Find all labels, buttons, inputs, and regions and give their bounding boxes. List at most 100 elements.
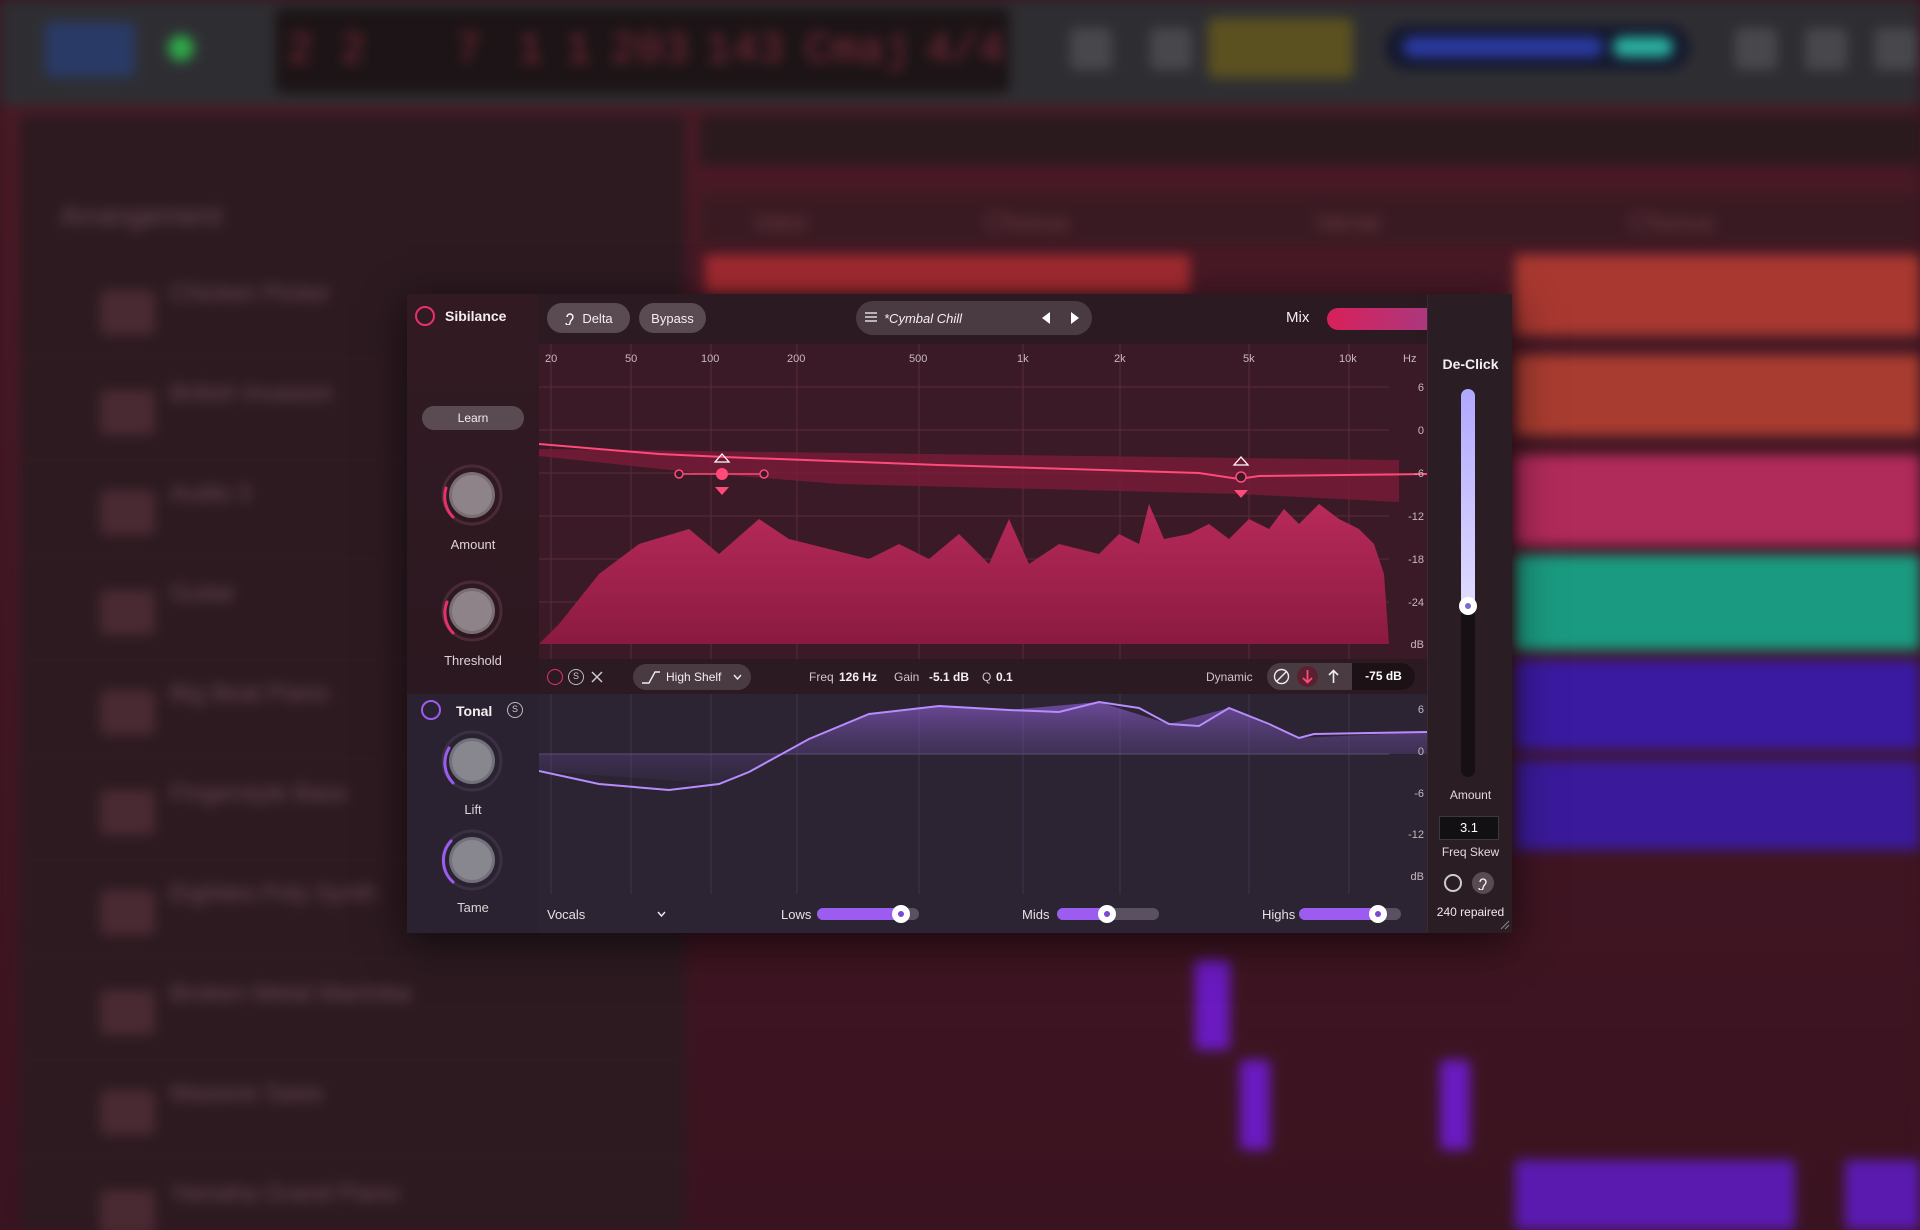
arrow-up-icon[interactable] <box>1328 669 1339 684</box>
region-clip[interactable] <box>1845 1160 1920 1230</box>
db-tick-label: 6 <box>1417 382 1424 394</box>
timeline-ruler[interactable] <box>700 115 1920 165</box>
previous-preset-icon[interactable] <box>1042 312 1050 324</box>
lows-slider-fill <box>817 908 901 920</box>
track-row[interactable]: Massive Saws <box>20 1062 685 1160</box>
lift-label: Lift <box>464 802 482 817</box>
filter-type-dropdown[interactable]: High Shelf <box>633 664 751 690</box>
region-clip[interactable] <box>1515 1160 1795 1230</box>
track-row[interactable]: Yamaha Grand Piano <box>20 1162 685 1230</box>
record-indicator[interactable] <box>168 35 194 61</box>
sibilance-power-icon[interactable] <box>415 306 435 326</box>
tool-icon[interactable] <box>1070 28 1112 70</box>
resize-handle-icon[interactable] <box>1500 920 1510 930</box>
highs-slider-fill <box>1299 908 1378 920</box>
search-icon[interactable] <box>1805 28 1847 70</box>
section-marker[interactable]: Chorus <box>1630 207 1714 238</box>
freq-tick-label: 500 <box>909 353 928 365</box>
amount-knob[interactable] <box>441 464 503 526</box>
freq-tick-label: 10k <box>1339 353 1357 365</box>
track-row[interactable]: Broken Metal Marimba <box>20 962 685 1060</box>
dynamic-down-button[interactable] <box>1297 666 1318 687</box>
region-clip[interactable] <box>1515 455 1920 545</box>
mode-dropdown[interactable]: Vocals <box>547 902 669 926</box>
sibilance-title: Sibilance <box>445 308 507 324</box>
loops-icon[interactable] <box>1875 28 1917 70</box>
q-right-handle[interactable] <box>759 469 769 479</box>
close-icon[interactable] <box>591 671 603 683</box>
region-clip[interactable] <box>1515 255 1920 335</box>
region-clip[interactable] <box>1240 1060 1270 1150</box>
freq-skew-value[interactable]: 3.1 <box>1439 816 1499 840</box>
dynamic-off-icon[interactable] <box>1273 668 1290 685</box>
region-clip[interactable] <box>1515 660 1920 750</box>
track-icon <box>100 690 155 735</box>
master-volume-slider[interactable] <box>1385 25 1690 70</box>
library-icon[interactable] <box>1735 28 1777 70</box>
eq-node-2[interactable] <box>1235 471 1247 483</box>
track-icon <box>100 390 155 435</box>
band-power-icon[interactable] <box>547 669 563 685</box>
mids-slider[interactable] <box>1057 905 1159 923</box>
region-clip[interactable] <box>1515 760 1920 850</box>
lows-slider-thumb[interactable] <box>891 905 910 923</box>
gain-value[interactable]: -5.1 dB <box>929 670 969 684</box>
freq-value[interactable]: 126 Hz <box>839 670 877 684</box>
declick-power-icon[interactable] <box>1444 874 1462 892</box>
region-clip[interactable] <box>1515 355 1920 435</box>
preset-selector[interactable]: *Cymbal Chill <box>856 301 1092 335</box>
db-tick-label: 0 <box>1417 746 1424 758</box>
section-marker[interactable]: Intro <box>755 207 807 238</box>
sibilance-spectrum-graph[interactable]: 20 50 100 200 500 1k 2k 5k 10k Hz 6 0 -6… <box>539 344 1427 659</box>
lift-knob[interactable] <box>441 730 503 792</box>
next-preset-icon[interactable] <box>1071 312 1079 324</box>
q-value[interactable]: 0.1 <box>996 670 1013 684</box>
track-name: Fingerstyle Bass <box>170 780 348 807</box>
learn-button[interactable]: Learn <box>422 406 524 430</box>
tame-label: Tame <box>457 900 489 915</box>
declick-listen-button[interactable] <box>1472 872 1494 894</box>
threshold-knob[interactable] <box>441 580 503 642</box>
play-button[interactable] <box>45 22 135 77</box>
track-name: Broken Metal Marimba <box>170 980 412 1007</box>
gain-down-icon[interactable] <box>715 487 729 495</box>
track-icon <box>100 790 155 835</box>
tonal-power-icon[interactable] <box>421 700 441 720</box>
tonal-balance-graph[interactable]: 6 0 -6 -12 dB <box>539 694 1427 894</box>
db-tick-label: 6 <box>1417 704 1424 716</box>
section-marker[interactable]: Verse <box>1315 207 1382 238</box>
declick-amount-thumb[interactable] <box>1459 597 1477 616</box>
highs-slider[interactable] <box>1299 905 1401 923</box>
q-left-handle[interactable] <box>674 469 684 479</box>
pencil-icon[interactable] <box>1150 28 1192 70</box>
section-marker[interactable]: Chorus <box>985 207 1069 238</box>
lows-slider[interactable] <box>817 905 919 923</box>
tonal-solo-button[interactable]: S <box>507 702 523 718</box>
region-clip[interactable] <box>1515 555 1920 650</box>
tame-knob[interactable] <box>441 829 503 891</box>
tonal-controls: Tonal S Lift Tame <box>407 694 539 933</box>
track-icon <box>100 1190 155 1230</box>
repaired-count: 240 repaired <box>1436 905 1505 919</box>
eq-node-1[interactable] <box>716 468 728 480</box>
count-in-buttons[interactable] <box>1208 18 1353 78</box>
declick-amount-slider[interactable] <box>1459 389 1477 777</box>
freq-tick-label: 200 <box>787 353 806 365</box>
freq-label: Freq <box>809 670 834 684</box>
chevron-down-icon <box>733 674 742 680</box>
delta-button[interactable]: Delta <box>547 303 630 333</box>
region-clip[interactable] <box>1440 1060 1470 1150</box>
region-clip[interactable] <box>1195 960 1230 1050</box>
band-solo-button[interactable]: S <box>568 669 584 685</box>
freq-unit-label: Hz <box>1403 353 1417 365</box>
plugin-header: Delta Bypass *Cymbal Chill Mix <box>539 294 1505 344</box>
lcd-value: 1 <box>565 26 592 76</box>
bypass-button[interactable]: Bypass <box>639 303 706 333</box>
mids-slider-thumb[interactable] <box>1097 905 1116 923</box>
dynamic-threshold-value[interactable]: -75 dB <box>1352 663 1415 690</box>
db-tick-label: -24 <box>1408 597 1424 609</box>
highs-slider-thumb[interactable] <box>1368 905 1387 923</box>
sibilance-controls: Sibilance Learn Amount Threshold <box>407 294 539 694</box>
ear-icon <box>565 313 575 325</box>
region-clip[interactable] <box>705 255 1190 293</box>
